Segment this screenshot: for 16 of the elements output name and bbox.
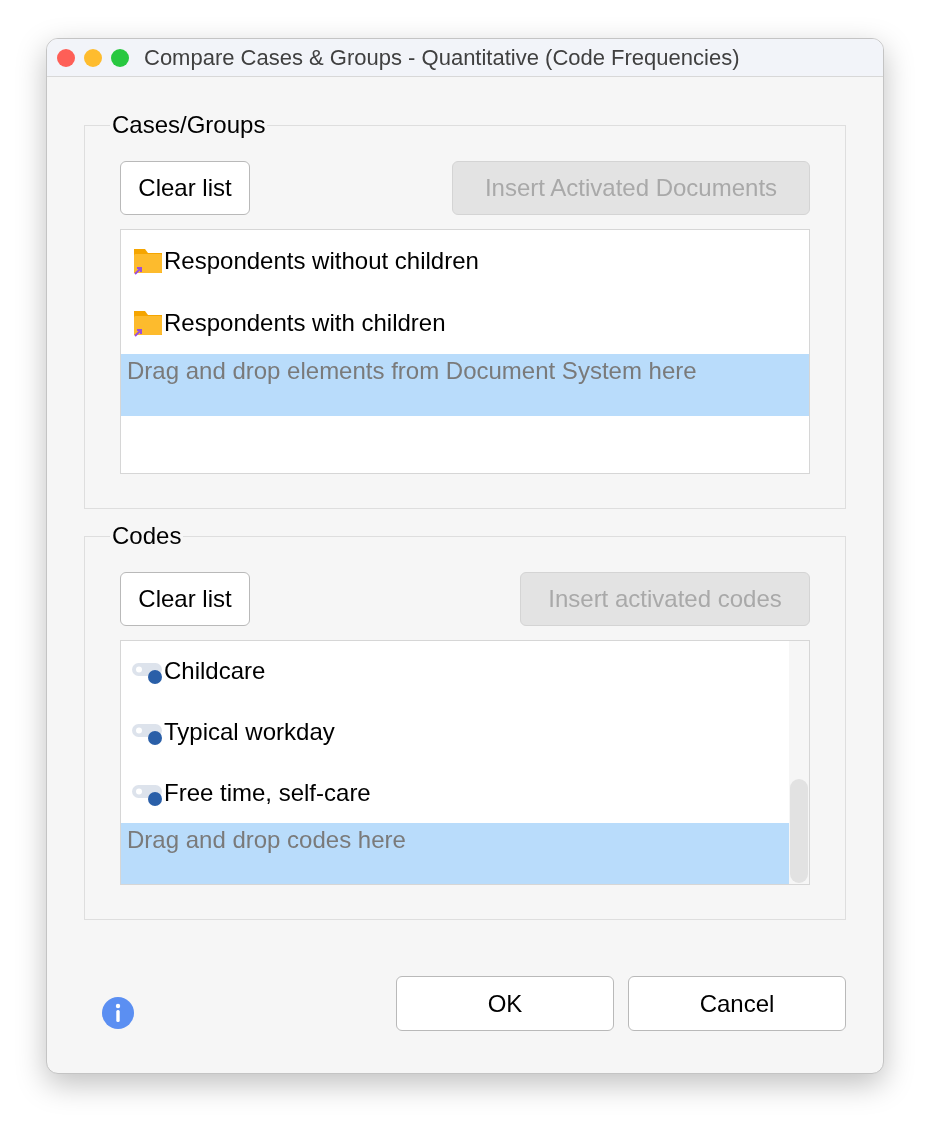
dialog-button[interactable]: Cancel — [628, 976, 846, 1031]
scrollbar[interactable] — [789, 641, 809, 884]
list-item[interactable]: Respondents without children — [121, 230, 809, 292]
button[interactable]: Clear list — [120, 572, 250, 626]
close-button[interactable] — [57, 48, 75, 67]
list-item[interactable]: Childcare — [121, 641, 809, 702]
zoom-button[interactable] — [111, 48, 129, 67]
button[interactable]: Clear list — [120, 161, 250, 215]
dialog-button[interactable]: OK — [396, 976, 614, 1031]
scrollbar-thumb[interactable] — [790, 779, 808, 883]
list-item[interactable]: Free time, self-care — [121, 762, 809, 824]
list-item[interactable]: Typical workday — [121, 701, 809, 763]
list-item[interactable]: Respondents with children — [121, 292, 809, 354]
window-title: Compare Cases & Groups - Quantitative (Code Frequencies) — [144, 44, 740, 72]
info-icon[interactable] — [102, 996, 134, 1029]
minimize-button[interactable] — [84, 48, 102, 67]
